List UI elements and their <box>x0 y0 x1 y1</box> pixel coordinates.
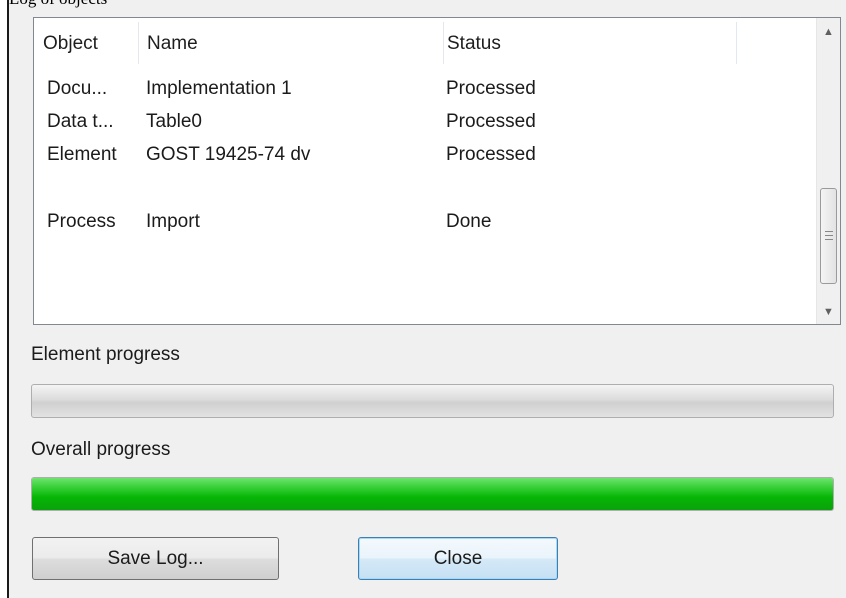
cell-name: Import <box>146 211 200 232</box>
scroll-thumb[interactable] <box>820 188 837 284</box>
import-log-dialog: Log of objects Object Name Status Docu..… <box>0 0 846 598</box>
list-item[interactable]: Data t... Table0 Processed <box>34 105 816 139</box>
list-body: Docu... Implementation 1 Processed Data … <box>34 68 816 324</box>
close-button[interactable]: Close <box>358 537 558 580</box>
cell-name: GOST 19425-74 dv <box>146 144 311 165</box>
cell-status: Processed <box>446 111 536 132</box>
vertical-scrollbar[interactable]: ▲ ▼ <box>816 18 840 324</box>
dialog-client-area: Log of objects Object Name Status Docu..… <box>9 0 846 598</box>
element-progress-bar <box>31 384 834 418</box>
list-item[interactable]: Docu... Implementation 1 Processed <box>34 72 816 106</box>
arrow-up-icon[interactable]: ▲ <box>817 20 840 44</box>
overall-progress-label: Overall progress <box>31 439 171 460</box>
cell-status: Done <box>446 211 492 232</box>
window-left-edge <box>0 0 9 598</box>
column-divider[interactable] <box>138 22 139 64</box>
list-item[interactable]: Process Import Done <box>34 205 816 239</box>
list-item[interactable] <box>34 171 816 205</box>
log-list-view[interactable]: Object Name Status Docu... Implementatio… <box>33 17 841 325</box>
arrow-down-icon[interactable]: ▼ <box>817 300 840 324</box>
column-header-object[interactable]: Object <box>43 18 138 68</box>
cell-status: Processed <box>446 78 536 99</box>
list-item[interactable]: Element GOST 19425-74 dv Processed <box>34 138 816 172</box>
cell-object: Docu... <box>47 78 108 99</box>
cell-status: Processed <box>446 144 536 165</box>
cell-object: Process <box>47 211 116 232</box>
overall-progress-fill <box>32 478 833 510</box>
cell-object: Element <box>47 144 117 165</box>
cell-object: Data t... <box>47 111 114 132</box>
column-header-status[interactable]: Status <box>447 18 732 68</box>
overall-progress-bar <box>31 477 834 511</box>
column-divider[interactable] <box>443 22 444 64</box>
list-header: Object Name Status <box>34 18 816 68</box>
column-header-name[interactable]: Name <box>147 18 443 68</box>
save-log-button[interactable]: Save Log... <box>32 537 279 580</box>
grip-icon <box>825 231 833 240</box>
element-progress-label: Element progress <box>31 344 180 365</box>
column-divider[interactable] <box>736 22 737 64</box>
window-title: Log of objects <box>9 0 209 9</box>
cell-name: Implementation 1 <box>146 78 292 99</box>
cell-name: Table0 <box>146 111 202 132</box>
